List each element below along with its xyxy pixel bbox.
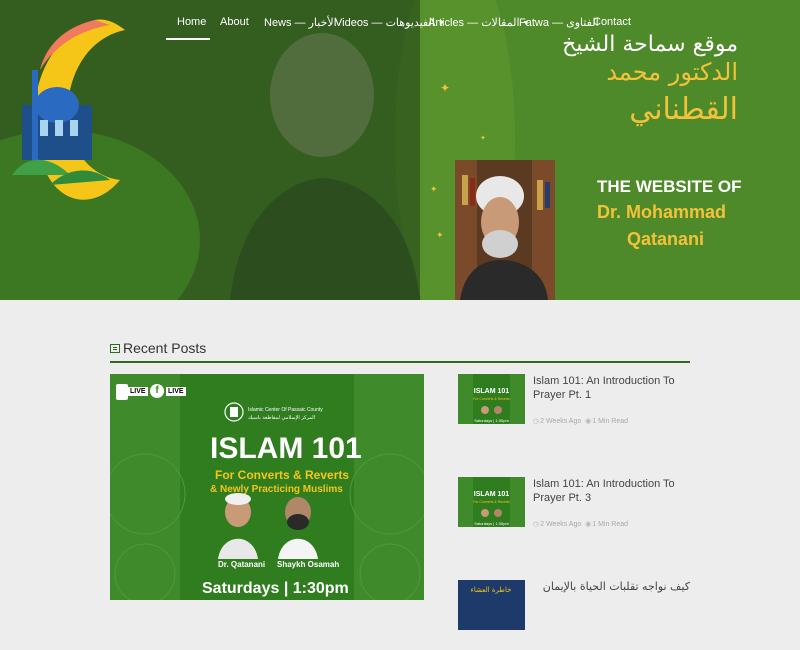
post-thumbnail[interactable]: خاطرة العشاء — [458, 580, 525, 630]
post-date: 2 Weeks Ago — [540, 521, 582, 528]
featured-org-english: Islamic Center Of Passaic County — [248, 407, 323, 413]
post-title[interactable]: Islam 101: An Introduction To Prayer Pt.… — [533, 477, 690, 505]
svg-text:✦: ✦ — [430, 184, 438, 194]
eye-icon: ◉ — [585, 418, 592, 425]
hero-arabic-line3: القطناني — [629, 92, 738, 127]
featured-speaker1: Dr. Qatanani — [218, 560, 266, 569]
nav-contact[interactable]: Contact — [593, 16, 631, 28]
svg-text:✦: ✦ — [480, 134, 486, 142]
featured-subtitle1: For Converts & Reverts — [215, 468, 350, 482]
featured-speaker2: Shaykh Osamah — [277, 560, 340, 569]
youtube-icon — [116, 384, 128, 400]
svg-text:✦: ✦ — [440, 81, 450, 95]
post-thumbnail-art: خاطرة العشاء — [458, 580, 525, 630]
featured-post-image[interactable]: LIVE f LIVE Islamic Center Of Passaic Co… — [110, 374, 424, 600]
svg-text:For Converts & Reverts: For Converts & Reverts — [473, 397, 510, 401]
svg-text:Saturdays | 1:30pm: Saturdays | 1:30pm — [474, 521, 509, 526]
list-item[interactable]: ISLAM 101 For Converts & Reverts Saturda… — [458, 374, 690, 444]
nav-videos-label: Videos — الفيديوهات — [335, 17, 435, 29]
hero-english-line2: Dr. Mohammad — [597, 202, 727, 222]
recent-posts-header: Recent Posts — [110, 338, 690, 362]
clock-icon: ◷ — [533, 521, 540, 528]
hero-arabic-line1: موقع سماحة الشيخ — [562, 32, 738, 57]
post-title[interactable]: كيف نواجه تقلبات الحياة بالإيمان — [533, 580, 690, 593]
nav-active-indicator — [166, 38, 210, 40]
post-thumbnail[interactable]: ISLAM 101 For Converts & Reverts Saturda… — [458, 477, 525, 527]
svg-text:ISLAM 101: ISLAM 101 — [474, 491, 510, 498]
list-item[interactable]: خاطرة العشاء كيف نواجه تقلبات الحياة بال… — [458, 580, 690, 650]
post-date: 2 Weeks Ago — [540, 418, 582, 425]
hero-banner: ✦ ✦ ✦ ✦ Home About News — الأخبار Videos — [0, 0, 800, 300]
nav-articles-label: Articles — المقالات — [428, 17, 520, 29]
hero-english-line1: THE WEBSITE OF — [597, 177, 742, 196]
post-read-time: 1 Min Read — [592, 521, 629, 528]
hero-arabic-line2: الدكتور محمد — [606, 58, 738, 86]
svg-text:ISLAM 101: ISLAM 101 — [474, 388, 510, 395]
svg-text:✦: ✦ — [436, 230, 444, 240]
recent-posts-title: Recent Posts — [123, 340, 207, 356]
eye-icon: ◉ — [585, 521, 592, 528]
section-divider — [110, 361, 690, 363]
post-thumbnail-art: ISLAM 101 For Converts & Reverts Saturda… — [458, 477, 525, 527]
post-meta: ◷2 Weeks Ago ◉1 Min Read — [533, 520, 628, 528]
live-badge: LIVE — [128, 387, 148, 396]
facebook-icon: f — [150, 384, 164, 398]
svg-text:Saturdays | 1:30pm: Saturdays | 1:30pm — [474, 418, 509, 423]
post-thumbnail-art: ISLAM 101 For Converts & Reverts Saturda… — [458, 374, 525, 424]
nav-home[interactable]: Home — [177, 16, 206, 28]
featured-title: ISLAM 101 — [210, 432, 362, 465]
clock-icon: ◷ — [533, 418, 540, 425]
post-thumbnail[interactable]: ISLAM 101 For Converts & Reverts Saturda… — [458, 374, 525, 424]
svg-text:For Converts & Reverts: For Converts & Reverts — [473, 500, 510, 504]
featured-subtitle2: & Newly Practicing Muslims — [210, 484, 343, 495]
featured-org-arabic: المركز الإسلامي لمقاطعة باسيك — [248, 415, 316, 421]
svg-text:خاطرة العشاء: خاطرة العشاء — [471, 586, 512, 594]
nav-about[interactable]: About — [220, 16, 249, 28]
hero-english-line3: Qatanani — [627, 229, 705, 249]
nav-news[interactable]: News — الأخبار — [264, 16, 337, 29]
nav-fatwa[interactable]: Fatwa — الفتاوى — [519, 16, 599, 29]
live-badge: LIVE — [166, 387, 186, 396]
list-item[interactable]: ISLAM 101 For Converts & Reverts Saturda… — [458, 477, 690, 547]
post-read-time: 1 Min Read — [592, 418, 629, 425]
newspaper-icon — [110, 344, 120, 353]
post-meta: ◷2 Weeks Ago ◉1 Min Read — [533, 417, 628, 425]
nav-articles[interactable]: Articles — المقالات ▼ — [428, 16, 529, 29]
featured-schedule: Saturdays | 1:30pm — [202, 580, 349, 597]
post-title[interactable]: Islam 101: An Introduction To Prayer Pt.… — [533, 374, 690, 402]
